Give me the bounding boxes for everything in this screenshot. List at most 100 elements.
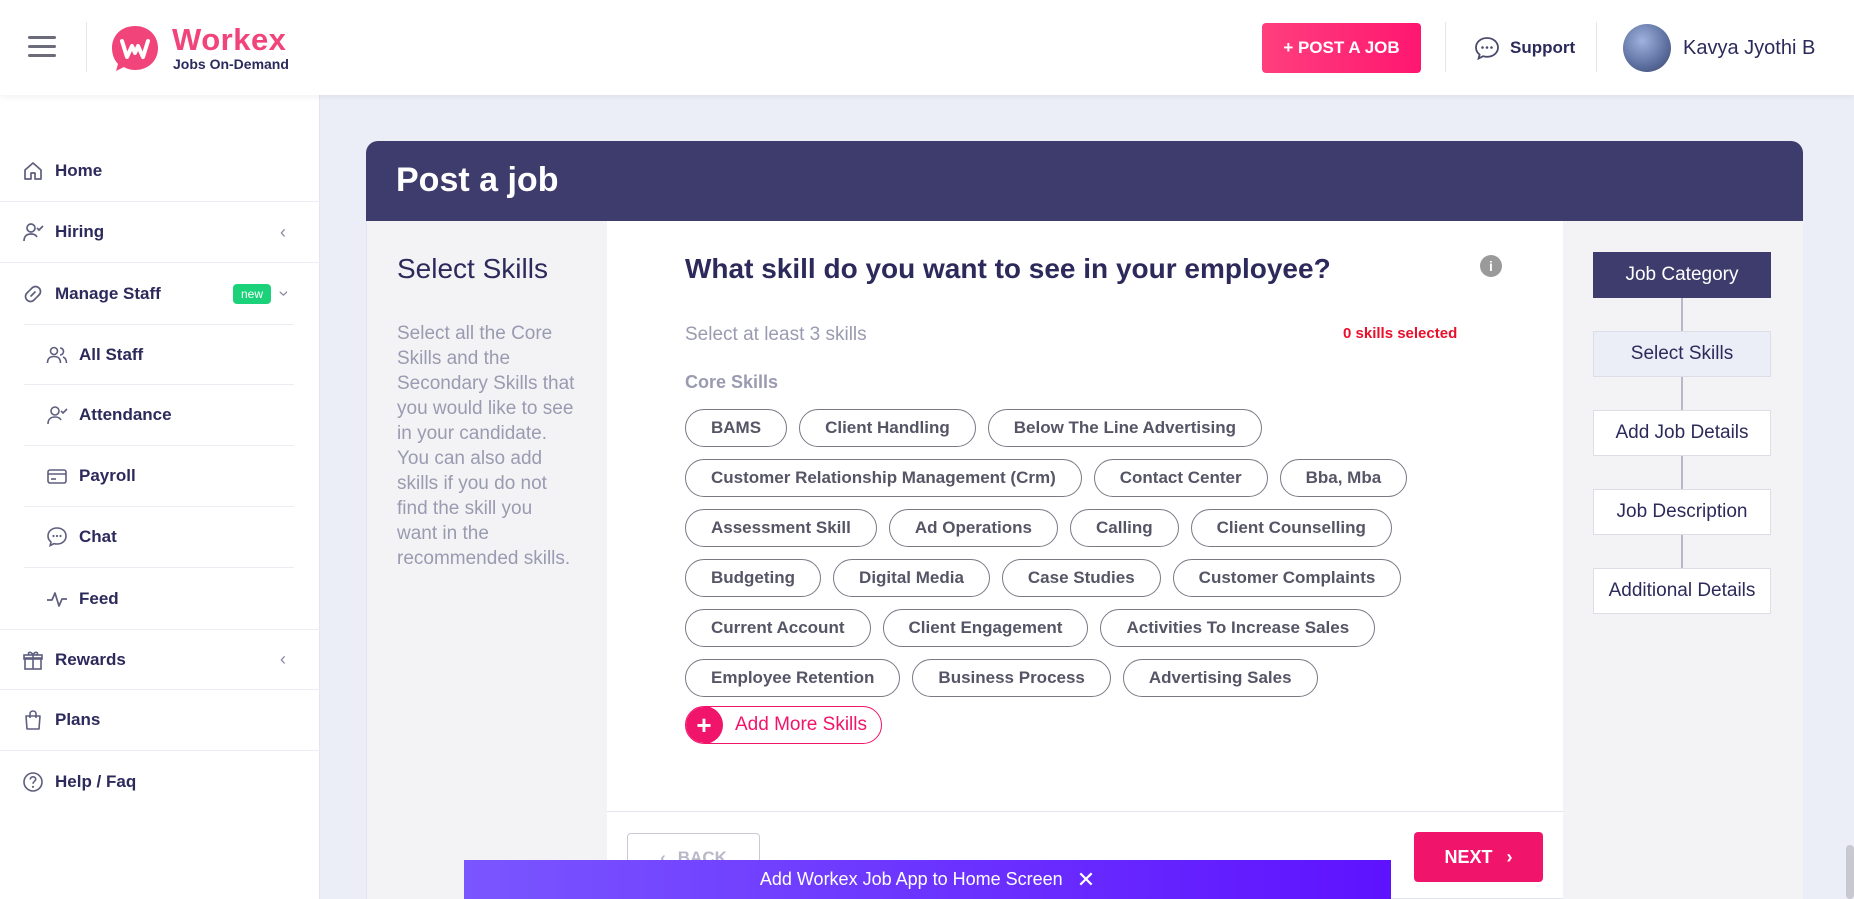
install-app-banner[interactable]: Add Workex Job App to Home Screen ✕ [464,860,1391,899]
help-icon [23,771,43,792]
scrollbar[interactable] [1846,845,1854,899]
workex-logo[interactable]: Workex Jobs On-Demand [110,22,290,74]
skill-row: Current Account Client Engagement Activiti… [685,609,1505,647]
skill-chip[interactable]: Customer Complaints [1172,559,1402,597]
user-profile[interactable]: Kavya Jyothi B [1623,23,1815,73]
sidebar-item-chat[interactable]: Chat [24,507,294,568]
skill-chip[interactable]: Below The Line Advertising [987,409,1263,447]
skills-hint: Select at least 3 skills [685,324,867,345]
skills-form: What skill do you want to see in your em… [607,221,1563,899]
logo-name: Workex [172,22,287,57]
skill-chip[interactable]: Assessment Skill [685,509,877,547]
step-description: Select all the Core Skills and the Secon… [397,323,575,569]
sidebar-item-manage-staff[interactable]: Manage Staff new ‹ [0,263,320,324]
post-job-card: Select Skills Select all the Core Skills… [366,221,1803,899]
skill-chip[interactable]: Customer Relationship Management (Crm) [685,459,1082,497]
sidebar-item-label: Plans [55,710,101,729]
skill-chip[interactable]: Digital Media [833,559,990,597]
sidebar-item-plans[interactable]: Plans [0,690,320,751]
new-badge: new [233,283,272,304]
sidebar-item-hiring[interactable]: Hiring ‹ [0,202,320,263]
skills-question: What skill do you want to see in your em… [685,253,1331,284]
support-label: Support [1510,38,1576,57]
step-additional-details[interactable]: Additional Details [1593,568,1771,614]
top-header: Workex Jobs On-Demand + POST A JOB Suppo… [0,0,1854,95]
chevron-down-icon: ‹ [272,290,293,297]
sidebar-item-help[interactable]: Help / Faq [0,751,320,812]
staff-icon [46,346,68,363]
core-skills-label: Core Skills [685,372,779,392]
workex-logo-icon [112,26,158,71]
skill-chip[interactable]: Activities To Increase Sales [1100,609,1376,647]
post-job-button[interactable]: + POST A JOB [1262,23,1421,73]
step-info-panel: Select Skills Select all the Core Skills… [367,221,607,899]
link-icon [24,285,42,302]
chevron-right-icon: › [1506,846,1513,867]
gift-icon [23,651,43,670]
skill-chip[interactable]: Client Engagement [882,609,1089,647]
sidebar-item-label: Help / Faq [55,771,137,791]
skill-chip[interactable]: Contact Center [1093,459,1268,497]
skill-chip[interactable]: Calling [1069,509,1179,547]
step-select-skills[interactable]: Select Skills [1593,331,1771,377]
skill-chip[interactable]: Advertising Sales [1122,659,1318,697]
sidebar-item-label: Home [55,161,103,180]
sidebar-item-attendance[interactable]: Attendance [24,385,294,446]
skill-row: Budgeting Digital Media Case Studies Custom… [685,559,1505,597]
sidebar-item-label: All Staff [79,344,144,364]
skill-chip[interactable]: Budgeting [685,559,822,597]
sidebar-item-all-staff[interactable]: All Staff [24,324,294,385]
skill-chip[interactable]: Client Counselling [1190,509,1392,547]
chevron-left-icon: ‹ [280,221,286,242]
sidebar-item-payroll[interactable]: Payroll [24,446,294,507]
step-add-job-details[interactable]: Add Job Details [1593,410,1771,456]
support-link[interactable]: Support [1474,36,1575,60]
hamburger-menu-icon[interactable] [28,36,56,58]
skill-chip[interactable]: Ad Operations [888,509,1058,547]
skill-row: Employee Retention Business Process Advert… [685,659,1505,697]
skill-chip[interactable]: Case Studies [1001,559,1161,597]
step-connector [1681,377,1683,410]
chat-bubble-icon [1475,37,1499,60]
chevron-left-icon: ‹ [280,649,286,669]
divider [607,811,1563,812]
step-job-description[interactable]: Job Description [1593,489,1771,535]
skill-chip[interactable]: Client Handling [799,409,976,447]
next-button[interactable]: NEXT › [1414,832,1543,882]
avatar [1623,24,1671,72]
skill-chip[interactable]: BAMS [685,409,788,447]
sidebar-item-home[interactable]: Home [0,141,320,202]
skill-chip[interactable]: Current Account [685,609,871,647]
page-title: Post a job [396,161,559,199]
step-connector [1681,298,1683,331]
logo-tagline: Jobs On-Demand [173,56,289,72]
header-divider [1596,22,1597,72]
header-divider [86,22,87,72]
chat-icon [47,527,67,547]
attendance-icon [47,406,68,425]
banner-text: Add Workex Job App to Home Screen [759,869,1063,889]
skill-chip[interactable]: Bba, Mba [1279,459,1408,497]
home-icon [24,162,42,180]
pulse-icon [47,591,67,607]
skill-chip[interactable]: Business Process [912,659,1111,697]
sidebar-item-rewards[interactable]: Rewards ‹ [0,629,320,690]
step-job-category[interactable]: Job Category [1593,252,1771,298]
skill-row: Customer Relationship Management (Crm) Co… [685,459,1505,497]
post-job-card-header: Post a job [366,141,1803,221]
sidebar: Home Hiring ‹ Manage Staff new ‹ All Sta… [0,95,320,899]
add-more-skills-button[interactable]: + Add More Skills [685,706,882,744]
sidebar-item-label: Hiring [55,222,105,241]
sidebar-item-label: Rewards [55,649,126,669]
steps-panel: Job Category Select Skills Add Job Detai… [1563,221,1803,899]
bag-icon [25,710,41,730]
sidebar-item-feed[interactable]: Feed [24,568,294,629]
user-name: Kavya Jyothi B [1683,36,1816,59]
sidebar-item-label: Payroll [79,466,136,485]
skill-row: Assessment Skill Ad Operations Calling Clie… [685,509,1505,547]
plus-icon: + [686,707,723,743]
info-icon[interactable]: i [1480,255,1502,277]
close-icon[interactable]: ✕ [1077,867,1095,893]
selected-count: 0 skills selected [1343,325,1458,342]
skill-chip[interactable]: Employee Retention [685,659,901,697]
